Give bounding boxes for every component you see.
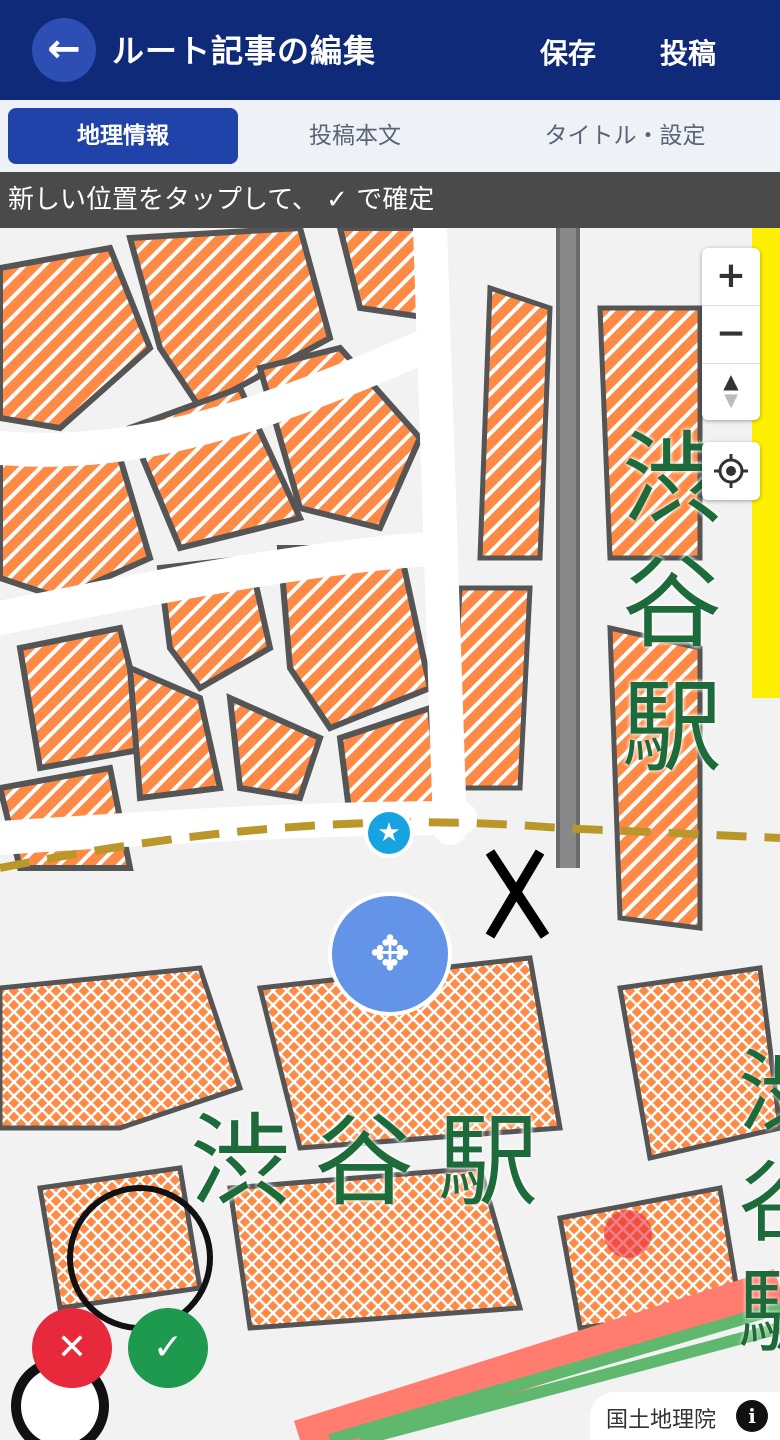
station-label-edge: 渋 谷 駅 (738, 1038, 780, 1368)
zoom-out-button[interactable]: − (702, 306, 760, 364)
move-marker[interactable]: ✥ (328, 892, 452, 1016)
post-button[interactable]: 投稿 (660, 32, 716, 72)
station-label-large: 渋谷駅 (190, 1103, 562, 1220)
check-icon: ✓ (152, 1327, 184, 1368)
star-pin-icon[interactable]: ★ (364, 808, 414, 858)
zoom-controls: + − ▲ ▼ (702, 248, 760, 420)
compass-button[interactable]: ▲ ▼ (702, 364, 760, 420)
station-char: 谷 (738, 1148, 780, 1258)
tab-post-body[interactable]: 投稿本文 (240, 108, 470, 164)
attribution-text: 国土地理院 (606, 1408, 717, 1433)
crosshair-icon (714, 454, 748, 488)
zoom-in-button[interactable]: + (702, 248, 760, 306)
cancel-button[interactable]: ✕ (32, 1308, 112, 1388)
confirm-button[interactable]: ✓ (128, 1308, 208, 1388)
tab-title-settings[interactable]: タイトル・設定 (480, 108, 770, 164)
app-header: ← ルート記事の編集 保存 投稿 (0, 0, 780, 100)
compass-icon: ▲ (723, 369, 739, 393)
info-icon[interactable]: i (736, 1400, 768, 1432)
station-char: 駅 (738, 1258, 780, 1368)
station-char: 渋 (738, 1038, 780, 1148)
close-icon: ✕ (56, 1327, 88, 1368)
tab-bar: 地理情報 投稿本文 タイトル・設定 (0, 100, 780, 172)
instruction-banner: 新しい位置をタップして、 ✓ で確定 (0, 172, 780, 228)
station-char: 谷 (622, 545, 722, 662)
station-char: 駅 (622, 669, 722, 786)
tab-geo-info[interactable]: 地理情報 (8, 108, 238, 164)
page-title: ルート記事の編集 (112, 32, 377, 70)
move-arrows-icon: ✥ (369, 926, 411, 982)
save-button[interactable]: 保存 (540, 32, 596, 72)
map-view[interactable]: 渋谷駅 渋 谷 駅 渋 谷 駅 ★ ✥ + − ▲ ▼ ✕ ✓ (0, 228, 780, 1440)
back-button[interactable]: ← (32, 18, 96, 82)
arrow-left-icon: ← (47, 26, 81, 72)
map-attribution: 国土地理院 i (590, 1392, 780, 1440)
locate-button[interactable] (702, 442, 760, 500)
